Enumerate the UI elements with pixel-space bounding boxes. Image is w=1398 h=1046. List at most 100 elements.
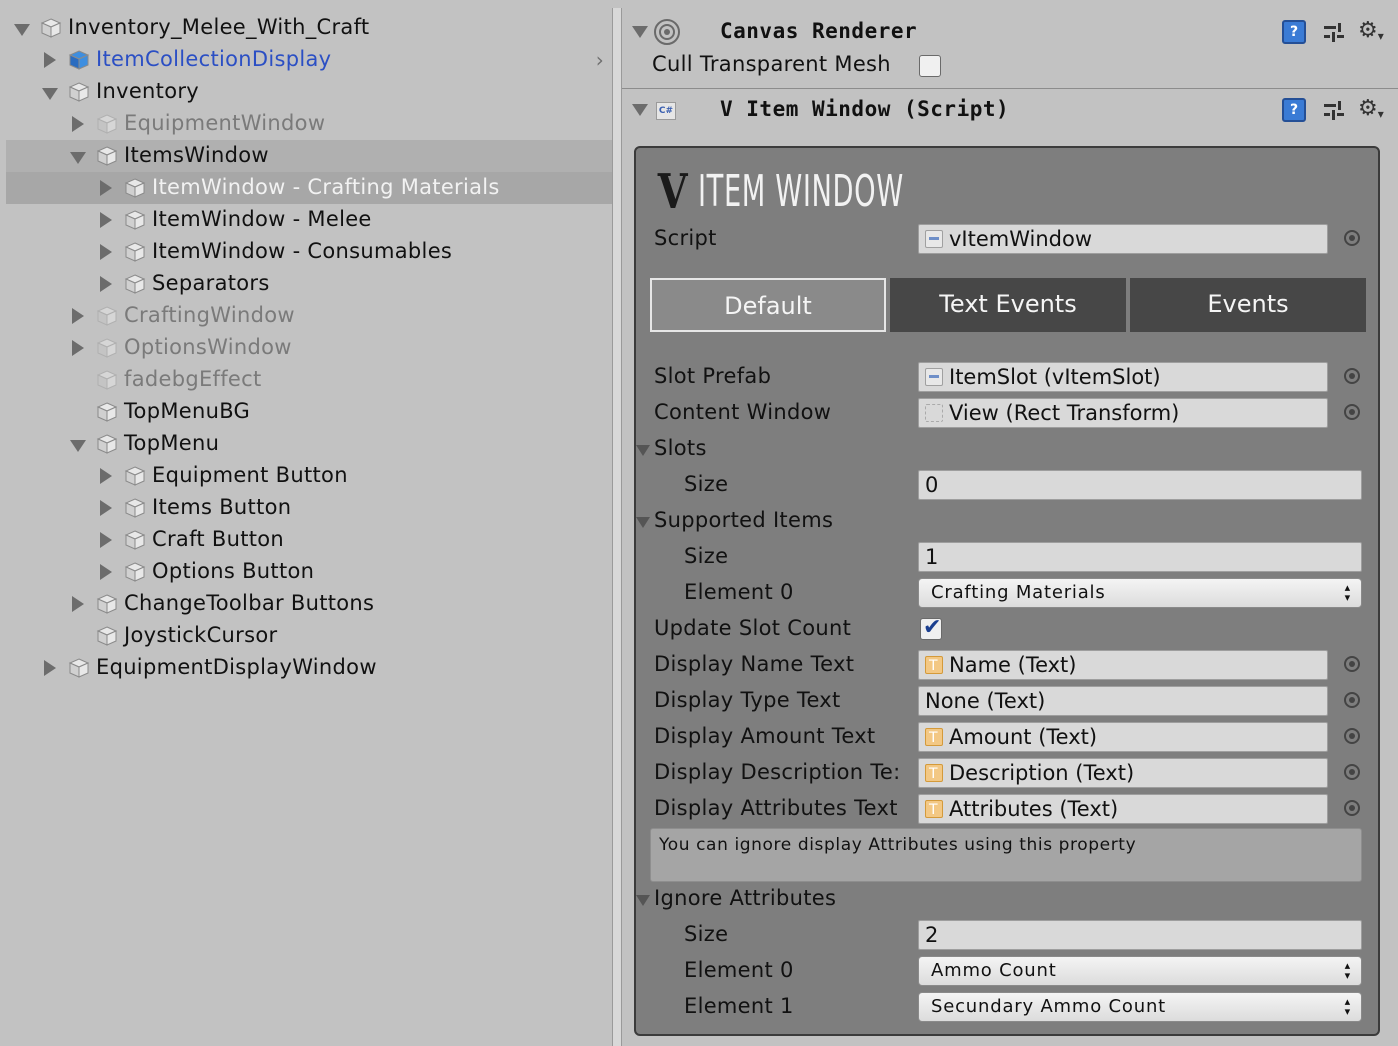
expand-down-arrow-icon[interactable] [42, 88, 58, 100]
collapse-right-arrow-icon[interactable] [72, 116, 84, 132]
gameobject-cube-icon [96, 594, 118, 614]
tab-events[interactable]: Events [1130, 278, 1366, 332]
object-picker-icon[interactable] [1344, 728, 1360, 744]
text-component-icon [925, 760, 943, 787]
hierarchy-item[interactable]: Options Button [6, 556, 612, 588]
foldout-arrow-icon[interactable] [636, 517, 650, 528]
collapse-right-arrow-icon[interactable] [100, 244, 112, 260]
hierarchy-item-label: fadebgEffect [124, 367, 262, 391]
hierarchy-item[interactable]: ItemsWindow [6, 140, 612, 172]
gear-icon[interactable]: ⚙▾ [1358, 18, 1384, 43]
hierarchy-item[interactable]: ChangeToolbar Buttons [6, 588, 612, 620]
object-picker-icon[interactable] [1344, 404, 1360, 420]
collapse-right-arrow-icon[interactable] [72, 308, 84, 324]
display-type-field[interactable]: None (Text) [918, 686, 1328, 716]
display-amount-field[interactable]: Amount (Text) [918, 722, 1328, 752]
help-book-icon[interactable]: ? [1282, 20, 1306, 44]
display-attributes-field[interactable]: Attributes (Text) [918, 794, 1328, 824]
display-name-field[interactable]: Name (Text) [918, 650, 1328, 680]
hierarchy-item[interactable]: OptionsWindow [6, 332, 612, 364]
foldout-arrow-icon[interactable] [632, 26, 648, 38]
item-window-script-header[interactable]: C# V Item Window (Script) ? ⚙▾ [622, 88, 1398, 132]
panel-divider[interactable] [612, 8, 622, 1046]
hierarchy-item-label: TopMenuBG [124, 399, 251, 423]
v-logo-icon: V [657, 164, 688, 220]
object-picker-icon[interactable] [1344, 368, 1360, 384]
hierarchy-item[interactable]: fadebgEffect [6, 364, 612, 396]
ignore-size-input[interactable]: 2 [918, 920, 1362, 950]
field-label: Size [684, 544, 729, 568]
tab-text-events[interactable]: Text Events [890, 278, 1126, 332]
object-picker-icon[interactable] [1344, 692, 1360, 708]
expand-down-arrow-icon[interactable] [70, 152, 86, 164]
field-label: Display Description Te: [654, 760, 901, 784]
collapse-right-arrow-icon[interactable] [100, 212, 112, 228]
supported-size-input[interactable]: 1 [918, 542, 1362, 572]
slots-size-input[interactable]: 0 [918, 470, 1362, 500]
object-picker-icon[interactable] [1344, 230, 1360, 246]
gameobject-cube-icon [96, 306, 118, 326]
supported-items-foldout[interactable]: Supported Items [636, 504, 1382, 538]
gameobject-cube-icon [124, 242, 146, 262]
hierarchy-item-label: Options Button [152, 559, 315, 583]
script-asset-icon [925, 230, 943, 248]
gameobject-cube-icon [124, 466, 146, 486]
script-object-field[interactable]: vItemWindow [918, 224, 1328, 254]
hierarchy-item[interactable]: Separators [6, 268, 612, 300]
display-description-field[interactable]: Description (Text) [918, 758, 1328, 788]
hierarchy-item[interactable]: JoystickCursor [6, 620, 612, 652]
collapse-right-arrow-icon[interactable] [100, 532, 112, 548]
hierarchy-item[interactable]: TopMenuBG [6, 396, 612, 428]
tab-default[interactable]: Default [650, 278, 886, 332]
collapse-right-arrow-icon[interactable] [100, 468, 112, 484]
open-prefab-chevron-icon[interactable]: › [596, 48, 604, 72]
object-picker-icon[interactable] [1344, 764, 1360, 780]
expand-down-arrow-icon[interactable] [70, 440, 86, 452]
hierarchy-item[interactable]: CraftingWindow [6, 300, 612, 332]
collapse-right-arrow-icon[interactable] [72, 596, 84, 612]
hierarchy-item[interactable]: Craft Button [6, 524, 612, 556]
update-slot-count-checkbox[interactable] [920, 615, 942, 640]
collapse-right-arrow-icon[interactable] [100, 276, 112, 292]
hierarchy-item[interactable]: ItemWindow - Consumables [6, 236, 612, 268]
hierarchy-item[interactable]: Equipment Button [6, 460, 612, 492]
foldout-arrow-icon[interactable] [636, 445, 650, 456]
object-picker-icon[interactable] [1344, 800, 1360, 816]
ignore-element1-dropdown[interactable]: Secundary Ammo Count ▴ ▾ [918, 992, 1362, 1022]
cull-transparent-mesh-checkbox[interactable] [919, 55, 941, 77]
help-book-icon[interactable]: ? [1282, 98, 1306, 122]
collapse-right-arrow-icon[interactable] [72, 340, 84, 356]
hierarchy-item[interactable]: ItemWindow - Crafting Materials [6, 172, 612, 204]
gameobject-cube-icon [124, 210, 146, 230]
preset-sliders-icon[interactable] [1322, 100, 1346, 122]
field-label: Element 1 [684, 994, 794, 1018]
expand-down-arrow-icon[interactable] [14, 24, 30, 36]
foldout-arrow-icon[interactable] [636, 895, 650, 906]
hierarchy-item[interactable]: ItemCollectionDisplay › [6, 44, 612, 76]
hierarchy-item-label: Equipment Button [152, 463, 348, 487]
collapse-right-arrow-icon[interactable] [100, 180, 112, 196]
ignore-element0-dropdown[interactable]: Ammo Count ▴ ▾ [918, 956, 1362, 986]
hierarchy-item[interactable]: Inventory [6, 76, 612, 108]
field-label: Ignore Attributes [654, 886, 837, 910]
object-picker-icon[interactable] [1344, 656, 1360, 672]
supported-element0-dropdown[interactable]: Crafting Materials ▴ ▾ [918, 578, 1362, 608]
hierarchy-item[interactable]: EquipmentDisplayWindow [6, 652, 612, 684]
collapse-right-arrow-icon[interactable] [44, 660, 56, 676]
preset-sliders-icon[interactable] [1322, 22, 1346, 44]
ignore-attributes-foldout[interactable]: Ignore Attributes [636, 882, 1382, 916]
content-window-field[interactable]: View (Rect Transform) [918, 398, 1328, 428]
collapse-right-arrow-icon[interactable] [44, 52, 56, 68]
hierarchy-item[interactable]: Inventory_Melee_With_Craft [6, 12, 612, 44]
foldout-arrow-icon[interactable] [632, 104, 648, 116]
hierarchy-item[interactable]: TopMenu [6, 428, 612, 460]
slot-prefab-field[interactable]: ItemSlot (vItemSlot) [918, 362, 1328, 392]
hierarchy-item[interactable]: ItemWindow - Melee [6, 204, 612, 236]
hierarchy-item[interactable]: Items Button [6, 492, 612, 524]
slots-foldout[interactable]: Slots [636, 432, 1382, 466]
collapse-right-arrow-icon[interactable] [100, 500, 112, 516]
gear-icon[interactable]: ⚙▾ [1358, 96, 1384, 121]
hierarchy-item[interactable]: EquipmentWindow [6, 108, 612, 140]
collapse-right-arrow-icon[interactable] [100, 564, 112, 580]
canvas-renderer-header[interactable]: Canvas Renderer ? ⚙▾ [622, 10, 1398, 54]
